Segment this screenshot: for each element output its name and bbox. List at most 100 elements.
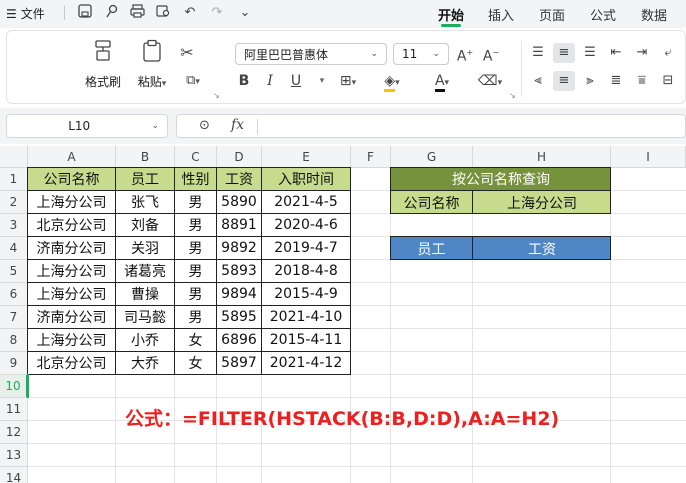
table-cell[interactable]: 2020-4-6: [262, 214, 351, 237]
result-header-cell[interactable]: 员工: [391, 237, 473, 260]
decrease-font-icon[interactable]: A−: [481, 43, 501, 67]
table-cell[interactable]: 上海分公司: [28, 260, 116, 283]
row-header-7[interactable]: 7: [0, 306, 28, 329]
underline-button[interactable]: U: [287, 71, 305, 91]
font-size-select[interactable]: 11 ⌄: [393, 43, 449, 65]
table-cell[interactable]: 济南分公司: [28, 237, 116, 260]
table-cell[interactable]: 女: [175, 329, 217, 352]
table-cell[interactable]: 男: [175, 306, 217, 329]
table-cell[interactable]: 男: [175, 260, 217, 283]
table-cell[interactable]: 女: [175, 352, 217, 375]
increase-font-icon[interactable]: A+: [455, 43, 475, 67]
table-cell[interactable]: 9894: [217, 283, 262, 306]
table-header-cell[interactable]: 性别: [175, 168, 217, 191]
result-header-cell[interactable]: 工资: [473, 237, 611, 260]
table-cell[interactable]: 男: [175, 191, 217, 214]
paste-button[interactable]: 粘贴▾: [131, 39, 173, 90]
table-cell[interactable]: 男: [175, 214, 217, 237]
tab-formula[interactable]: 公式: [590, 5, 616, 24]
cut-icon[interactable]: ✂: [177, 43, 197, 63]
align-top-icon[interactable]: ☰: [527, 43, 549, 63]
table-header-cell[interactable]: 公司名称: [28, 168, 116, 191]
save-icon[interactable]: [76, 4, 94, 22]
row-header-12[interactable]: 12: [0, 421, 28, 444]
table-cell[interactable]: 北京分公司: [28, 352, 116, 375]
align-left-icon[interactable]: ⫷: [527, 71, 549, 91]
fill-color-icon[interactable]: ◈▾: [375, 71, 409, 93]
borders-icon[interactable]: ⊞▾: [331, 71, 365, 93]
table-cell[interactable]: 2021-4-12: [262, 352, 351, 375]
table-cell[interactable]: 关羽: [116, 237, 175, 260]
tab-insert[interactable]: 插入: [488, 5, 514, 24]
redo-icon[interactable]: ↷: [208, 4, 226, 22]
column-header-i[interactable]: I: [611, 146, 686, 168]
tab-page[interactable]: 页面: [539, 5, 565, 24]
distributed-icon[interactable]: ⩸: [631, 71, 653, 91]
query-value-cell[interactable]: 上海分公司: [473, 191, 611, 214]
row-header-4[interactable]: 4: [0, 237, 28, 260]
justify-icon[interactable]: ≣: [605, 71, 627, 91]
row-header-6[interactable]: 6: [0, 283, 28, 306]
select-all-corner[interactable]: [0, 146, 28, 168]
formula-input[interactable]: ⊙ fx: [176, 114, 686, 138]
dialog-launcher-icon[interactable]: ↘: [213, 91, 220, 100]
table-header-cell[interactable]: 员工: [116, 168, 175, 191]
column-header-b[interactable]: B: [116, 146, 175, 168]
align-right-icon[interactable]: ⫸: [579, 71, 601, 91]
merge-cells-icon[interactable]: ⊟: [657, 71, 679, 91]
tab-data[interactable]: 数据: [641, 5, 667, 24]
row-header-1[interactable]: 1: [0, 168, 28, 191]
print-icon[interactable]: [128, 4, 146, 22]
name-box[interactable]: L10 ⌄: [6, 114, 168, 138]
copy-icon[interactable]: ⧉▾: [177, 71, 209, 92]
table-cell[interactable]: 9892: [217, 237, 262, 260]
file-menu[interactable]: ☰ 文件: [6, 5, 45, 22]
row-header-10[interactable]: 10: [0, 375, 28, 398]
column-header-d[interactable]: D: [217, 146, 262, 168]
dialog-launcher-icon[interactable]: ↘: [509, 91, 516, 100]
table-cell[interactable]: 大乔: [116, 352, 175, 375]
undo-icon[interactable]: ↶: [181, 4, 199, 22]
table-cell[interactable]: 曹操: [116, 283, 175, 306]
print-preview-icon[interactable]: [154, 4, 172, 22]
align-middle-icon[interactable]: ≡: [553, 43, 575, 63]
row-header-9[interactable]: 9: [0, 352, 28, 375]
query-title-cell[interactable]: 按公司名称查询: [391, 168, 611, 191]
spreadsheet-grid[interactable]: A B C D E F G H I 1 2 3 4 5 6 7 8 9 10 11 12 13 14 公司名称 员工 性别 工资 入职…: [0, 146, 686, 483]
table-cell[interactable]: 2019-4-7: [262, 237, 351, 260]
zoom-icon[interactable]: ⊙: [199, 118, 210, 133]
column-header-c[interactable]: C: [175, 146, 217, 168]
row-header-13[interactable]: 13: [0, 444, 28, 467]
table-cell[interactable]: 司马懿: [116, 306, 175, 329]
table-cell[interactable]: 济南分公司: [28, 306, 116, 329]
bold-button[interactable]: B: [235, 71, 253, 91]
table-cell[interactable]: 男: [175, 283, 217, 306]
eraser-icon[interactable]: ⌫▾: [473, 71, 507, 93]
table-cell[interactable]: 上海分公司: [28, 191, 116, 214]
table-cell[interactable]: 5893: [217, 260, 262, 283]
tab-home[interactable]: 开始: [438, 5, 464, 24]
table-cell[interactable]: 小乔: [116, 329, 175, 352]
format-painter-button[interactable]: 格式刷: [83, 39, 123, 90]
align-center-icon[interactable]: ≡: [553, 71, 575, 91]
table-cell[interactable]: 5890: [217, 191, 262, 214]
query-label-cell[interactable]: 公司名称: [391, 191, 473, 214]
row-header-8[interactable]: 8: [0, 329, 28, 352]
table-cell[interactable]: 2015-4-11: [262, 329, 351, 352]
font-color-button[interactable]: A▾: [425, 71, 459, 93]
table-cell[interactable]: 刘备: [116, 214, 175, 237]
table-cell[interactable]: 5895: [217, 306, 262, 329]
wrap-text-icon[interactable]: ⤶: [657, 43, 679, 63]
row-header-14[interactable]: 14: [0, 467, 28, 483]
row-header-2[interactable]: 2: [0, 191, 28, 214]
table-cell[interactable]: 6896: [217, 329, 262, 352]
table-cell[interactable]: 诸葛亮: [116, 260, 175, 283]
table-cell[interactable]: 2021-4-5: [262, 191, 351, 214]
table-header-cell[interactable]: 入职时间: [262, 168, 351, 191]
table-cell[interactable]: 北京分公司: [28, 214, 116, 237]
table-cell[interactable]: 男: [175, 237, 217, 260]
column-header-f[interactable]: F: [351, 146, 391, 168]
row-header-11[interactable]: 11: [0, 398, 28, 421]
italic-button[interactable]: I: [261, 71, 279, 91]
underline-dropdown-icon[interactable]: ▾: [313, 71, 331, 91]
